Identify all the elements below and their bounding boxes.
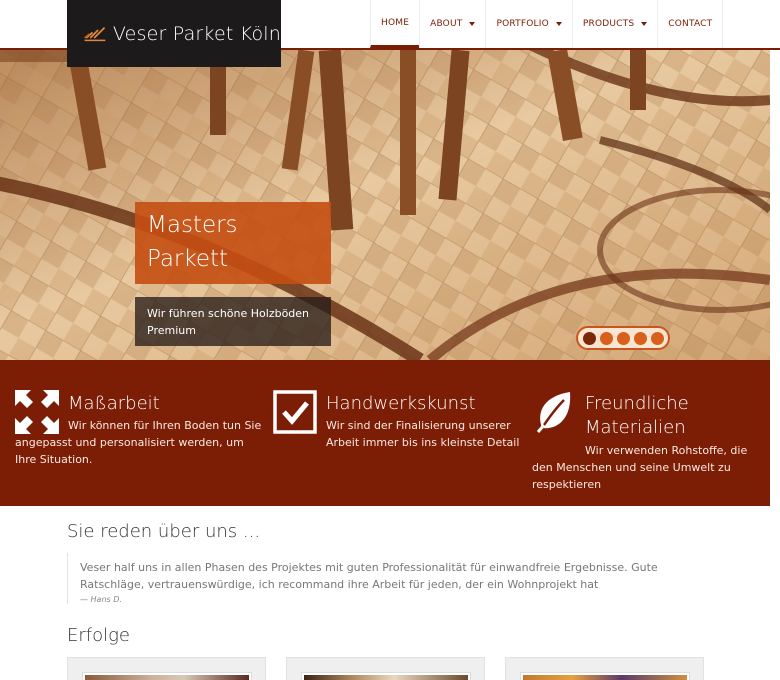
hero-slider: Masters Parkett Wir führen schöne Holzbö… [0,50,770,360]
caret-down-icon [641,22,648,26]
success-heading: Erfolge [67,625,130,646]
parquet-logo-icon [84,26,106,41]
slider-dot-3[interactable] [616,331,630,345]
brand-name: Veser Parket Köln [112,22,281,45]
slider-pagination [576,326,670,350]
success-card-1[interactable] [67,657,266,680]
success-card-image [301,672,471,680]
nav-item-home[interactable]: HOME [370,0,420,48]
logo[interactable]: Veser Parket Köln [67,0,281,67]
slider-dot-2[interactable] [599,331,613,345]
slider-dot-4[interactable] [633,331,647,345]
nav-item-contact[interactable]: CONTACT [657,0,724,48]
caret-down-icon [555,22,562,26]
features-band: Maßarbeit Wir können für Ihren Boden tun… [0,360,770,506]
hero-title-line2: Parkett [147,246,229,272]
hero-floor-image [0,50,770,360]
quote-text: Veser half uns in allen Phasen des Proje… [80,561,658,591]
testimonial-quote: Veser half uns in allen Phasen des Proje… [67,553,667,604]
feature-text: Wir verwenden Rohstoffe, die den Mensche… [532,444,748,491]
success-card-image [82,672,252,680]
nav-item-about[interactable]: ABOUT [419,0,485,48]
main-nav: HOME ABOUT PORTFOLIO PRODUCTS CONTACT [370,0,724,48]
slider-dot-1[interactable] [582,331,596,345]
quote-author: — Hans D. [80,595,122,604]
nav-item-products[interactable]: PRODUCTS [571,0,657,48]
testimonials-heading: Sie reden über uns ... [67,521,261,542]
nav-label: ABOUT [430,19,463,29]
page: HOME ABOUT PORTFOLIO PRODUCTS CONTACT Ve… [0,0,780,680]
nav-label: HOME [381,17,410,28]
nav-label: CONTACT [668,19,713,29]
caret-down-icon [469,22,476,26]
success-card-3[interactable] [505,657,704,680]
nav-label: PORTFOLIO [496,19,549,29]
nav-item-portfolio[interactable]: PORTFOLIO [485,0,571,48]
hero-title: Masters Parkett [135,202,331,284]
leaf-icon [536,392,571,433]
slider-dot-5[interactable] [650,331,664,345]
feature-title: Maßarbeit [68,393,160,414]
nav-label: PRODUCTS [582,19,635,29]
success-card-2[interactable] [286,657,485,680]
checkbox-icon [273,390,317,434]
success-card-image [520,672,690,680]
hero-title-line1: Masters [147,212,238,238]
feature-title: Freundliche Materialien [585,393,689,438]
hero-subtitle: Wir führen schöne Holzböden Premium [135,297,331,346]
feature-title: Handwerkskunst [326,393,476,414]
feature-text: Wir können für Ihren Boden tun Sie angep… [15,419,262,466]
feature-text: Wir sind der Finalisierung unserer Arbei… [326,419,520,449]
